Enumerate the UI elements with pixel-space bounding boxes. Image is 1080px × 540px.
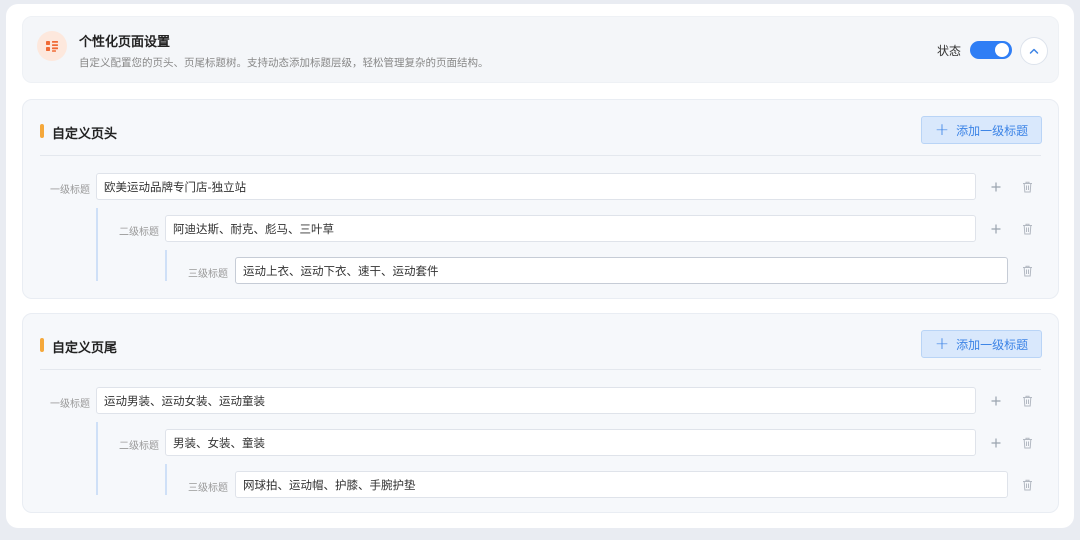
toggle-knob	[995, 43, 1009, 57]
plus-icon	[991, 224, 1001, 234]
add-child-button[interactable]	[985, 176, 1007, 198]
chevron-up-icon	[1029, 48, 1039, 54]
plus-icon: +	[934, 333, 950, 354]
settings-card: 个性化页面设置 自定义配置您的页头、页尾标题树。支持动态添加标题层级，轻松管理复…	[6, 4, 1074, 528]
add-child-button[interactable]	[985, 390, 1007, 412]
level3-input[interactable]: 网球拍、运动帽、护膝、手腕护垫	[235, 471, 1008, 498]
add-level1-label: 添加一级标题	[956, 123, 1029, 138]
section-title: 自定义页尾	[52, 341, 118, 356]
delete-button[interactable]	[1016, 218, 1038, 240]
collapse-button[interactable]	[1020, 37, 1048, 65]
plus-icon	[991, 438, 1001, 448]
trash-icon	[1022, 395, 1032, 407]
status-label: 状态	[937, 44, 962, 58]
page-title: 个性化页面设置	[79, 35, 171, 50]
level3-label: 三级标题	[188, 269, 228, 280]
delete-button[interactable]	[1016, 432, 1038, 454]
trash-icon	[1022, 181, 1032, 193]
divider	[40, 369, 1041, 370]
plus-icon	[991, 396, 1001, 406]
section-title: 自定义页头	[52, 127, 118, 142]
trash-icon	[1022, 437, 1032, 449]
trash-icon	[1022, 265, 1032, 277]
level2-label: 二级标题	[119, 441, 159, 452]
delete-button[interactable]	[1016, 474, 1038, 496]
plus-icon	[991, 182, 1001, 192]
status-toggle[interactable]	[970, 41, 1012, 59]
divider	[40, 155, 1041, 156]
tree-connector	[165, 250, 167, 281]
delete-button[interactable]	[1016, 176, 1038, 198]
tree-connector	[96, 208, 98, 281]
section-marker	[40, 338, 44, 352]
add-child-button[interactable]	[985, 218, 1007, 240]
delete-button[interactable]	[1016, 390, 1038, 412]
level2-input[interactable]: 男装、女装、童装	[165, 429, 976, 456]
plus-icon: +	[934, 119, 950, 140]
level1-label: 一级标题	[50, 399, 90, 410]
list-settings-icon	[37, 31, 67, 61]
tree-connector	[165, 464, 167, 495]
trash-icon	[1022, 479, 1032, 491]
page-description: 自定义配置您的页头、页尾标题树。支持动态添加标题层级，轻松管理复杂的页面结构。	[79, 57, 489, 69]
level1-label: 一级标题	[50, 185, 90, 196]
add-level1-button[interactable]: + 添加一级标题	[921, 116, 1042, 144]
add-level1-button[interactable]: + 添加一级标题	[921, 330, 1042, 358]
add-child-button[interactable]	[985, 432, 1007, 454]
section-marker	[40, 124, 44, 138]
level1-input[interactable]: 运动男装、运动女装、运动童装	[96, 387, 976, 414]
tree-connector	[96, 422, 98, 495]
level3-input[interactable]: 运动上衣、运动下衣、速干、运动套件	[235, 257, 1008, 284]
level2-input[interactable]: 阿迪达斯、耐克、彪马、三叶草	[165, 215, 976, 242]
section-custom-header: 自定义页头 + 添加一级标题 一级标题 欧美运动品牌专门店-独立站 二级标题 阿…	[22, 99, 1059, 299]
add-level1-label: 添加一级标题	[956, 337, 1029, 352]
settings-header: 个性化页面设置 自定义配置您的页头、页尾标题树。支持动态添加标题层级，轻松管理复…	[22, 16, 1059, 83]
delete-button[interactable]	[1016, 260, 1038, 282]
level3-label: 三级标题	[188, 483, 228, 494]
level2-label: 二级标题	[119, 227, 159, 238]
section-custom-footer: 自定义页尾 + 添加一级标题 一级标题 运动男装、运动女装、运动童装 二级标题 …	[22, 313, 1059, 513]
level1-input[interactable]: 欧美运动品牌专门店-独立站	[96, 173, 976, 200]
trash-icon	[1022, 223, 1032, 235]
